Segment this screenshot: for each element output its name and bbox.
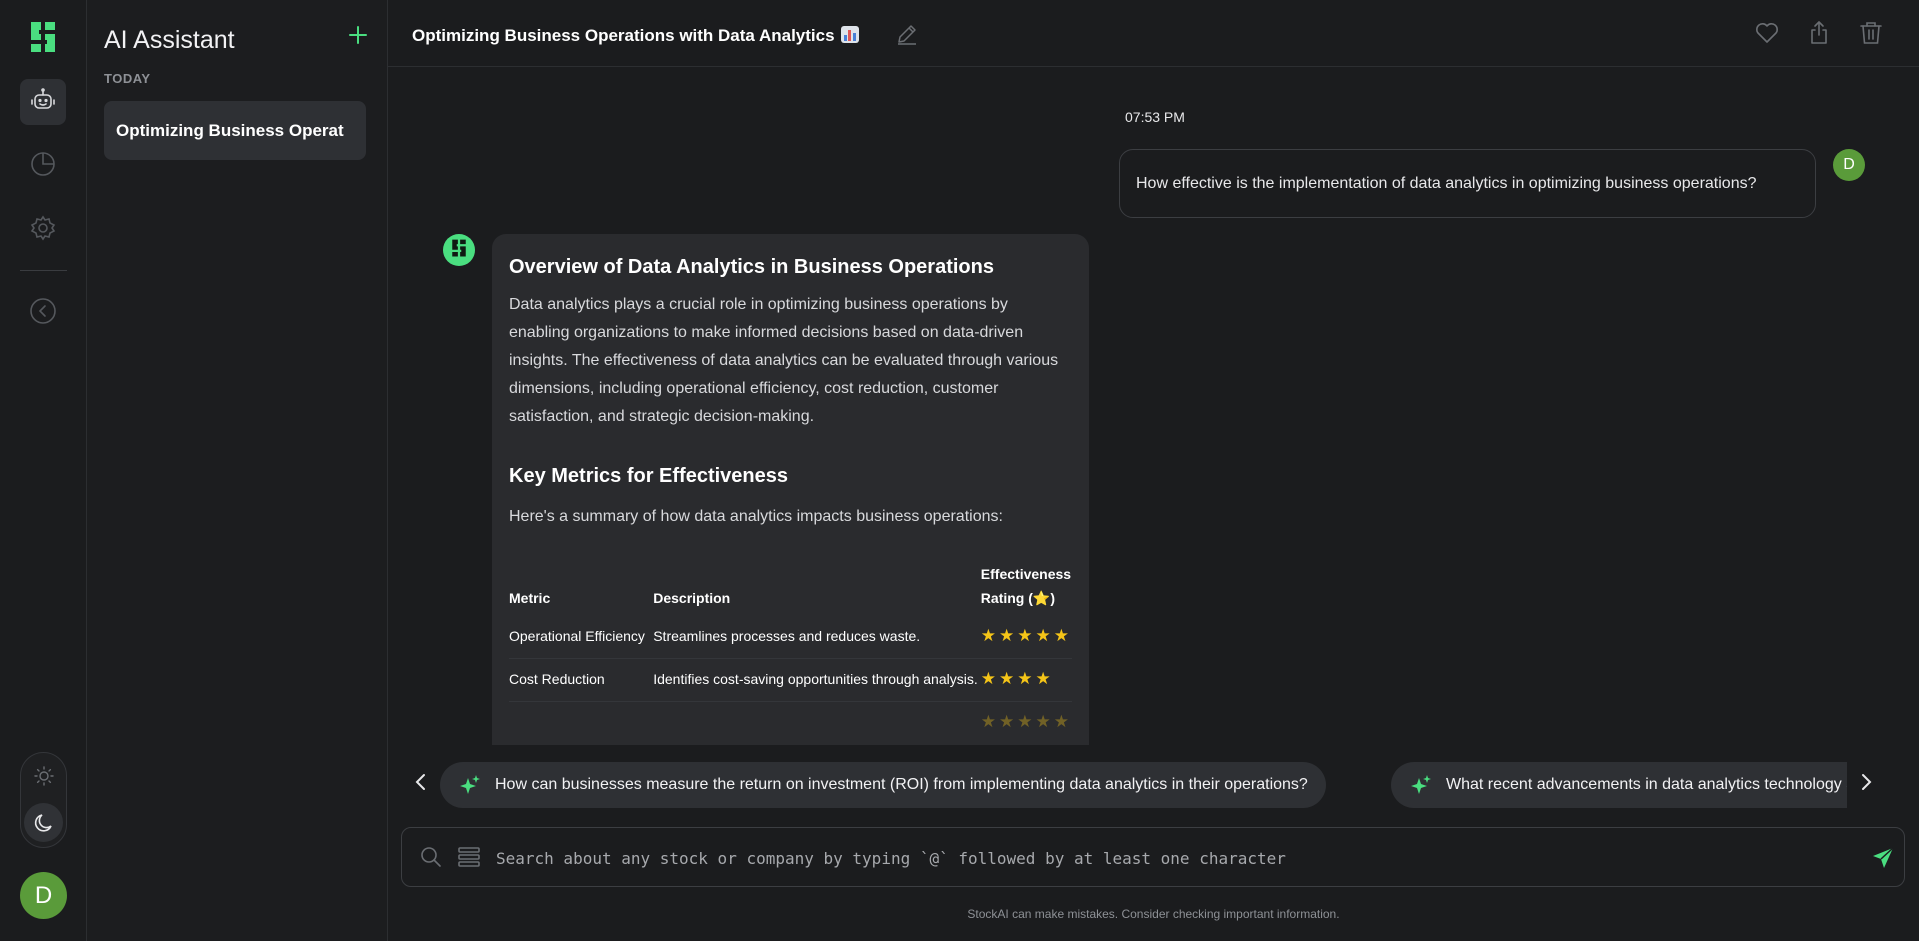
trash-icon <box>1858 22 1884 50</box>
edit-title-button[interactable] <box>895 22 919 46</box>
suggestion-text: What recent advancements in data analyti… <box>1446 776 1847 793</box>
suggestion-carousel: How can businesses measure the return on… <box>408 762 1879 808</box>
star-rating: ★★★★★ <box>980 626 1072 645</box>
user-message: How effective is the implementation of d… <box>1119 149 1816 218</box>
send-button[interactable] <box>1871 846 1895 870</box>
assistant-avatar <box>443 234 475 266</box>
table-header-cell: Effectiveness Rating (⭐) <box>980 566 1072 606</box>
reply-intro: Data analytics plays a crucial role in o… <box>509 296 1059 425</box>
section-label-today: TODAY <box>104 71 151 86</box>
table-header-cell: Description <box>653 590 731 606</box>
message-input[interactable] <box>496 840 1846 876</box>
table-row-partial: ★★★★★ <box>509 702 1072 745</box>
conversation-header: Optimizing Business Operations with Data… <box>388 0 1919 67</box>
moon-icon[interactable] <box>24 803 63 842</box>
settings-nav-button[interactable] <box>20 207 66 253</box>
bar-chart-emoji-icon <box>840 26 859 43</box>
rail-divider <box>20 270 67 271</box>
description-cell: Identifies cost-saving opportunities thr… <box>653 658 981 702</box>
suggestions-prev-button[interactable] <box>408 771 434 797</box>
table-header-cell: Metric <box>509 590 551 606</box>
table-row: Cost Reduction Identifies cost-saving op… <box>509 658 1072 702</box>
conversation-title-text: Optimizing Business Operations with Data… <box>412 26 835 45</box>
send-icon <box>1873 847 1894 868</box>
conversation-title: Optimizing Business Operations with Data… <box>412 26 859 46</box>
pie-chart-icon <box>30 151 56 182</box>
disclaimer-text: StockAI can make mistakes. Consider chec… <box>967 907 1340 921</box>
user-message-avatar: D <box>1833 149 1865 181</box>
suggestion-text: How can businesses measure the return on… <box>495 776 1308 793</box>
collapse-sidebar-button[interactable] <box>20 290 66 336</box>
search-icon <box>419 845 443 869</box>
reply-summary: Here's a summary of how data analytics i… <box>509 508 1003 525</box>
pencil-icon <box>895 25 919 50</box>
gear-icon <box>30 215 56 246</box>
metrics-table: Metric Description Effectiveness Rating … <box>509 556 1072 744</box>
assistant-nav-button[interactable] <box>20 79 66 125</box>
portfolio-nav-button[interactable] <box>20 143 66 189</box>
chevron-left-icon <box>414 772 428 797</box>
share-button[interactable] <box>1806 20 1832 46</box>
theme-toggle[interactable] <box>20 752 67 848</box>
suggestion-chip[interactable]: How can businesses measure the return on… <box>440 762 1326 808</box>
rating-cell: ★★★★ <box>980 658 1072 702</box>
metric-cell <box>509 702 653 745</box>
reply-heading: Overview of Data Analytics in Business O… <box>509 256 994 278</box>
sidebar-title: AI Assistant <box>104 26 235 54</box>
plus-icon <box>348 25 368 50</box>
delete-button[interactable] <box>1858 20 1884 46</box>
sparkle-icon <box>1411 775 1431 794</box>
chat-history-label: Optimizing Business Operat <box>116 120 344 140</box>
sparkle-icon <box>460 775 480 794</box>
reply-subheading: Key Metrics for Effectiveness <box>509 465 789 487</box>
star-rating: ★★★★ <box>980 669 1054 688</box>
chat-history-item[interactable]: Optimizing Business Operat <box>104 101 366 160</box>
user-avatar[interactable]: D <box>20 872 67 919</box>
table-row: Operational Efficiency Streamlines proce… <box>509 616 1072 659</box>
message-composer <box>401 827 1905 887</box>
metric-cell: Operational Efficiency <box>509 616 654 659</box>
share-icon <box>1806 21 1832 50</box>
rating-cell: ★★★★★ <box>980 616 1072 659</box>
heart-icon <box>1754 23 1780 50</box>
assistant-message: Overview of Data Analytics in Business O… <box>492 234 1089 745</box>
suggestion-chip[interactable]: What recent advancements in data analyti… <box>1391 762 1847 808</box>
rating-cell: ★★★★★ <box>981 702 1072 745</box>
conversation-panel: Optimizing Business Operations with Data… <box>388 0 1919 941</box>
sun-icon[interactable] <box>21 753 66 798</box>
chevron-right-icon <box>1859 772 1873 797</box>
favorite-button[interactable] <box>1754 20 1780 46</box>
suggestions-next-button[interactable] <box>1853 771 1879 797</box>
new-chat-button[interactable] <box>344 23 372 51</box>
suggestion-list: How can businesses measure the return on… <box>440 762 1847 808</box>
list-icon[interactable] <box>457 845 481 869</box>
robot-icon <box>30 87 56 118</box>
logo-icon[interactable] <box>27 20 59 54</box>
star-rating: ★★★★★ <box>980 712 1072 731</box>
description-cell <box>653 702 981 745</box>
description-cell: Streamlines processes and reduces waste. <box>653 616 981 659</box>
message-timestamp: 07:53 PM <box>1125 109 1185 125</box>
chat-sidebar: AI Assistant TODAY Optimizing Business O… <box>87 0 388 941</box>
table-header-row: Metric Description Effectiveness Rating … <box>509 556 1072 616</box>
user-message-text: How effective is the implementation of d… <box>1136 174 1757 192</box>
icon-rail: D <box>0 0 87 941</box>
collapse-icon <box>29 297 57 330</box>
metric-cell: Cost Reduction <box>509 658 654 702</box>
assistant-logo-icon <box>450 237 468 263</box>
app-window: D AI Assistant TODAY Optimizing Business… <box>0 0 1919 941</box>
